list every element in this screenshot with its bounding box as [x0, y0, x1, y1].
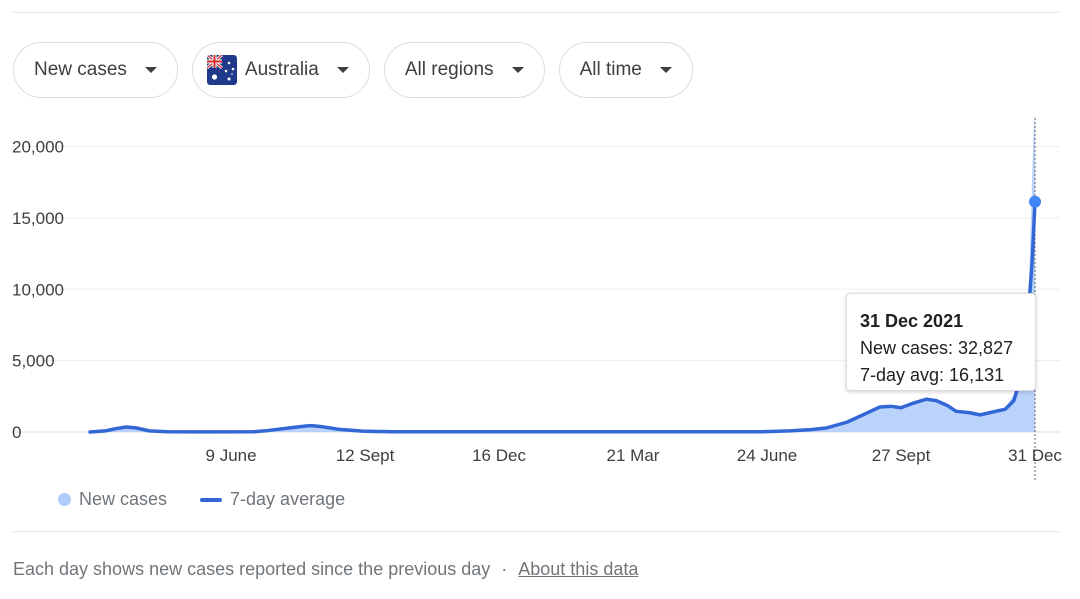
legend-new-cases-label: New cases — [79, 489, 168, 509]
x-tick-label: 21 Mar — [607, 446, 660, 465]
x-tick-label: 16 Dec — [472, 446, 526, 465]
filter-bar: New cases Australia All regions All time — [13, 42, 693, 100]
country-dropdown[interactable]: Australia — [191, 42, 370, 98]
about-data-link[interactable]: About this data — [518, 559, 638, 580]
region-dropdown-label: All regions — [404, 59, 494, 80]
chevron-down-icon — [144, 67, 157, 73]
chart-tooltip: 31 Dec 2021 New cases: 32,827 7-day avg:… — [846, 293, 1036, 391]
metric-dropdown[interactable]: New cases — [13, 42, 178, 98]
footer: Each day shows new cases reported since … — [13, 559, 638, 580]
legend-avg-label: 7-day average — [230, 489, 346, 509]
y-tick-label: 5,000 — [12, 352, 55, 371]
chart-legend: New cases 7-day average — [58, 489, 345, 510]
y-tick-label: 15,000 — [12, 209, 64, 228]
region-dropdown[interactable]: All regions — [383, 42, 545, 98]
x-tick-label: 27 Sept — [872, 446, 931, 465]
chevron-down-icon — [511, 67, 524, 73]
tooltip-avg: 7-day avg: 16,131 — [860, 365, 1005, 385]
y-tick-label: 10,000 — [12, 280, 64, 299]
country-dropdown-label: Australia — [244, 59, 319, 80]
footer-note: Each day shows new cases reported since … — [13, 559, 491, 579]
tooltip-new-cases: New cases: 32,827 — [860, 338, 1014, 358]
time-range-dropdown-label: All time — [579, 59, 642, 80]
chevron-down-icon — [336, 67, 349, 73]
x-tick-label: 12 Sept — [336, 446, 395, 465]
time-range-dropdown[interactable]: All time — [558, 42, 693, 98]
australia-flag-icon — [206, 55, 237, 85]
avg-legend-swatch — [200, 497, 223, 502]
x-tick-label: 24 June — [737, 446, 798, 465]
chevron-down-icon — [659, 67, 672, 73]
metric-dropdown-label: New cases — [34, 59, 127, 80]
y-tick-label: 0 — [12, 423, 21, 442]
footer-divider — [12, 531, 1060, 532]
y-tick-label: 20,000 — [12, 138, 64, 157]
tooltip-date: 31 Dec 2021 — [860, 311, 964, 331]
new-cases-legend-swatch — [58, 493, 71, 506]
top-divider — [12, 12, 1060, 13]
highlight-point — [1029, 195, 1041, 208]
x-tick-label: 9 June — [206, 446, 257, 465]
footer-separator: · — [501, 559, 508, 579]
